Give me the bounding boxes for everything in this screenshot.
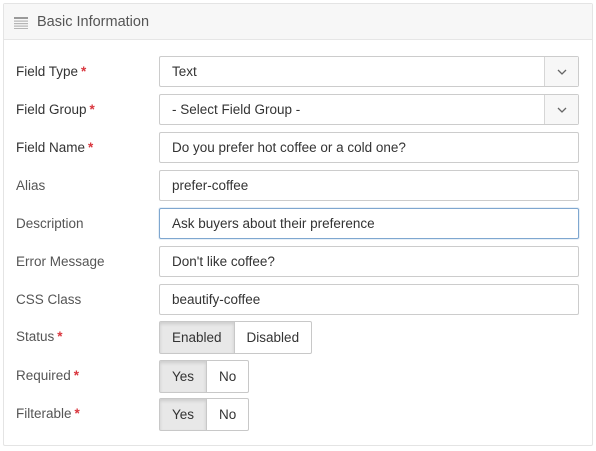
- row-filterable: Filterable * Yes No: [4, 398, 592, 431]
- status-label: Status *: [16, 329, 63, 344]
- required-yes-button[interactable]: Yes: [159, 360, 208, 393]
- required-label: Required *: [16, 368, 80, 383]
- field-name-input[interactable]: Do you prefer hot coffee or a cold one?: [159, 132, 579, 163]
- row-error-message: Error Message Don't like coffee?: [4, 246, 592, 278]
- error-message-label: Error Message: [16, 254, 105, 269]
- required-marker: *: [74, 406, 80, 421]
- required-no-button[interactable]: No: [207, 360, 250, 393]
- css-class-label: CSS Class: [16, 292, 82, 307]
- alias-input[interactable]: prefer-coffee: [159, 170, 579, 201]
- row-field-type: Field Type * Text: [4, 56, 592, 88]
- status-enabled-button[interactable]: Enabled: [159, 321, 235, 354]
- required-marker: *: [73, 368, 80, 383]
- list-icon: [14, 16, 28, 29]
- error-message-input[interactable]: Don't like coffee?: [159, 246, 579, 277]
- row-status: Status * Enabled Disabled: [4, 321, 592, 354]
- field-name-label: Field Name *: [16, 140, 94, 155]
- row-css-class: CSS Class beautify-coffee: [4, 284, 592, 316]
- required-marker: *: [88, 140, 94, 155]
- row-required: Required * Yes No: [4, 360, 592, 393]
- field-group-dropdown-toggle[interactable]: [544, 95, 578, 124]
- filterable-no-button[interactable]: No: [207, 398, 250, 431]
- chevron-down-icon: [557, 69, 566, 75]
- row-alias: Alias prefer-coffee: [4, 170, 592, 202]
- field-type-value: Text: [172, 64, 197, 79]
- field-type-select[interactable]: Text: [159, 56, 579, 87]
- field-type-label: Field Type *: [16, 64, 87, 79]
- required-marker: *: [57, 329, 63, 344]
- panel-header: Basic Information: [4, 4, 592, 40]
- description-input[interactable]: Ask buyers about their preference: [159, 208, 579, 239]
- field-group-select[interactable]: - Select Field Group -: [159, 94, 579, 125]
- field-group-value: - Select Field Group -: [172, 102, 301, 117]
- basic-information-panel: Basic Information Field Type * Text Field…: [3, 3, 593, 446]
- filterable-toggle-group: Yes No: [159, 398, 250, 431]
- description-label: Description: [16, 216, 84, 231]
- field-group-label: Field Group *: [16, 102, 95, 117]
- chevron-down-icon: [557, 107, 566, 113]
- required-marker: *: [81, 64, 87, 79]
- required-marker: *: [89, 102, 95, 117]
- panel-title: Basic Information: [37, 13, 150, 30]
- filterable-yes-button[interactable]: Yes: [159, 398, 208, 431]
- css-class-input[interactable]: beautify-coffee: [159, 284, 579, 315]
- status-toggle-group: Enabled Disabled: [159, 321, 313, 354]
- required-toggle-group: Yes No: [159, 360, 250, 393]
- field-type-dropdown-toggle[interactable]: [544, 57, 578, 86]
- status-disabled-button[interactable]: Disabled: [234, 321, 313, 354]
- row-description: Description Ask buyers about their prefe…: [4, 208, 592, 240]
- row-field-name: Field Name * Do you prefer hot coffee or …: [4, 132, 592, 164]
- row-field-group: Field Group * - Select Field Group -: [4, 94, 592, 126]
- alias-label: Alias: [16, 178, 46, 193]
- filterable-label: Filterable *: [16, 406, 80, 421]
